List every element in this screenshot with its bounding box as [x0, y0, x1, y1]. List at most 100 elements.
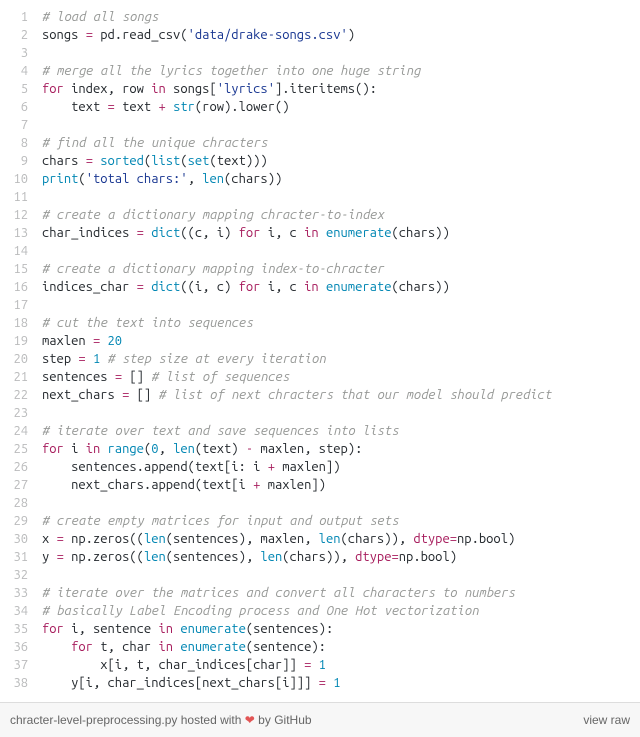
code-line: 16indices_char = dict((i, c) for i, c in…	[0, 278, 640, 296]
line-number: 15	[0, 260, 42, 278]
code-line: 21sentences = [] # list of sequences	[0, 368, 640, 386]
code-line: 13char_indices = dict((c, i) for i, c in…	[0, 224, 640, 242]
line-number: 12	[0, 206, 42, 224]
code-content: songs = pd.read_csv('data/drake-songs.cs…	[42, 26, 640, 44]
line-number: 7	[0, 116, 42, 134]
code-content: y[i, char_indices[next_chars[i]]] = 1	[42, 674, 640, 692]
code-line: 30x = np.zeros((len(sentences), maxlen, …	[0, 530, 640, 548]
line-number: 8	[0, 134, 42, 152]
code-content: # iterate over the matrices and convert …	[42, 584, 640, 602]
line-number: 14	[0, 242, 42, 260]
line-number: 9	[0, 152, 42, 170]
line-number: 13	[0, 224, 42, 242]
code-line: 14	[0, 242, 640, 260]
line-number: 30	[0, 530, 42, 548]
code-content	[42, 188, 640, 206]
code-line: 19maxlen = 20	[0, 332, 640, 350]
code-line: 15# create a dictionary mapping index-to…	[0, 260, 640, 278]
code-line: 11	[0, 188, 640, 206]
code-content: y = np.zeros((len(sentences), len(chars)…	[42, 548, 640, 566]
line-number: 3	[0, 44, 42, 62]
code-line: 9chars = sorted(list(set(text)))	[0, 152, 640, 170]
line-number: 19	[0, 332, 42, 350]
code-content: indices_char = dict((i, c) for i, c in e…	[42, 278, 640, 296]
code-line: 33# iterate over the matrices and conver…	[0, 584, 640, 602]
code-content: sentences = [] # list of sequences	[42, 368, 640, 386]
line-number: 11	[0, 188, 42, 206]
line-number: 22	[0, 386, 42, 404]
code-line: 25for i in range(0, len(text) - maxlen, …	[0, 440, 640, 458]
code-content: sentences.append(text[i: i + maxlen])	[42, 458, 640, 476]
code-line: 24# iterate over text and save sequences…	[0, 422, 640, 440]
code-line: 5for index, row in songs['lyrics'].iteri…	[0, 80, 640, 98]
line-number: 18	[0, 314, 42, 332]
code-line: 29# create empty matrices for input and …	[0, 512, 640, 530]
line-number: 16	[0, 278, 42, 296]
code-content: chars = sorted(list(set(text)))	[42, 152, 640, 170]
line-number: 25	[0, 440, 42, 458]
line-number: 28	[0, 494, 42, 512]
line-number: 21	[0, 368, 42, 386]
code-line: 23	[0, 404, 640, 422]
meta-left: chracter-level-preprocessing.py hosted w…	[10, 711, 312, 729]
code-content: x = np.zeros((len(sentences), maxlen, le…	[42, 530, 640, 548]
code-content: step = 1 # step size at every iteration	[42, 350, 640, 368]
by-text: by	[255, 713, 274, 727]
code-line: 1# load all songs	[0, 8, 640, 26]
code-content: text = text + str(row).lower()	[42, 98, 640, 116]
line-number: 2	[0, 26, 42, 44]
gist-container: 1# load all songs2songs = pd.read_csv('d…	[0, 0, 640, 737]
code-block: 1# load all songs2songs = pd.read_csv('d…	[0, 0, 640, 702]
line-number: 34	[0, 602, 42, 620]
code-content: for index, row in songs['lyrics'].iterit…	[42, 80, 640, 98]
code-content: # iterate over text and save sequences i…	[42, 422, 640, 440]
code-line: 10print('total chars:', len(chars))	[0, 170, 640, 188]
line-number: 23	[0, 404, 42, 422]
code-content: next_chars.append(text[i + maxlen])	[42, 476, 640, 494]
code-line: 2songs = pd.read_csv('data/drake-songs.c…	[0, 26, 640, 44]
code-content	[42, 566, 640, 584]
line-number: 33	[0, 584, 42, 602]
github-link[interactable]: GitHub	[274, 713, 311, 727]
code-content: # basically Label Encoding process and O…	[42, 602, 640, 620]
code-content: for i in range(0, len(text) - maxlen, st…	[42, 440, 640, 458]
code-content: # create a dictionary mapping chracter-t…	[42, 206, 640, 224]
line-number: 1	[0, 8, 42, 26]
line-number: 26	[0, 458, 42, 476]
filename-link[interactable]: chracter-level-preprocessing.py	[10, 713, 177, 727]
code-content: # create empty matrices for input and ou…	[42, 512, 640, 530]
code-line: 38 y[i, char_indices[next_chars[i]]] = 1	[0, 674, 640, 692]
code-line: 20step = 1 # step size at every iteratio…	[0, 350, 640, 368]
line-number: 10	[0, 170, 42, 188]
line-number: 31	[0, 548, 42, 566]
line-number: 38	[0, 674, 42, 692]
line-number: 37	[0, 656, 42, 674]
code-content	[42, 116, 640, 134]
code-line: 8# find all the unique chracters	[0, 134, 640, 152]
code-content: for i, sentence in enumerate(sentences):	[42, 620, 640, 638]
line-number: 17	[0, 296, 42, 314]
code-line: 12# create a dictionary mapping chracter…	[0, 206, 640, 224]
code-content	[42, 404, 640, 422]
code-content: for t, char in enumerate(sentence):	[42, 638, 640, 656]
heart-icon: ❤	[245, 713, 255, 727]
code-line: 36 for t, char in enumerate(sentence):	[0, 638, 640, 656]
code-content: # find all the unique chracters	[42, 134, 640, 152]
view-raw-link[interactable]: view raw	[583, 711, 630, 729]
code-content: maxlen = 20	[42, 332, 640, 350]
code-content: print('total chars:', len(chars))	[42, 170, 640, 188]
code-content	[42, 44, 640, 62]
line-number: 27	[0, 476, 42, 494]
code-line: 3	[0, 44, 640, 62]
code-line: 17	[0, 296, 640, 314]
code-line: 6 text = text + str(row).lower()	[0, 98, 640, 116]
code-line: 32	[0, 566, 640, 584]
line-number: 24	[0, 422, 42, 440]
line-number: 4	[0, 62, 42, 80]
line-number: 29	[0, 512, 42, 530]
code-content: # cut the text into sequences	[42, 314, 640, 332]
code-content	[42, 242, 640, 260]
code-content	[42, 296, 640, 314]
code-line: 31y = np.zeros((len(sentences), len(char…	[0, 548, 640, 566]
code-line: 18# cut the text into sequences	[0, 314, 640, 332]
